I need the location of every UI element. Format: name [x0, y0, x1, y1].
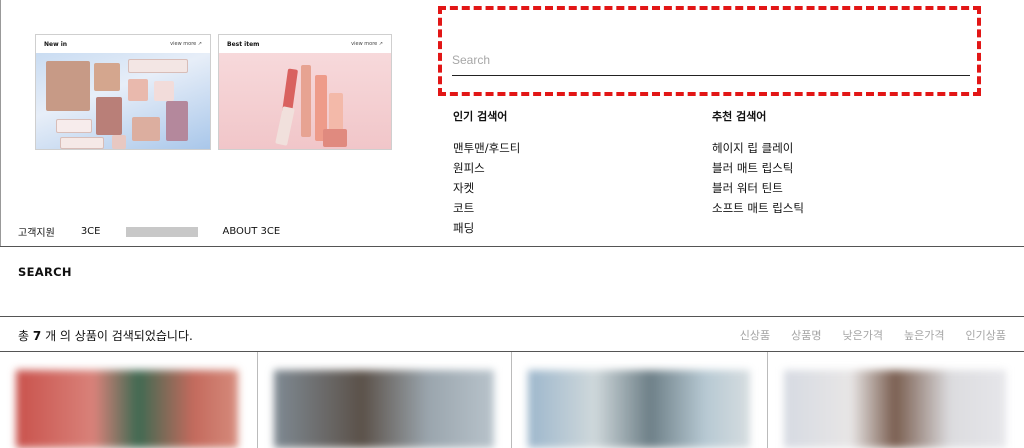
- keyword-item[interactable]: 자켓: [453, 178, 520, 198]
- keyword-item[interactable]: 블러 매트 립스틱: [712, 158, 804, 178]
- palette-product: [166, 101, 188, 141]
- lipstick-product: [329, 93, 343, 133]
- palette-product: [56, 119, 92, 133]
- result-suffix: 상품이 검색되었습니다.: [74, 329, 193, 343]
- promo-card-title: New in: [44, 40, 68, 48]
- product-grid: [0, 352, 1024, 448]
- palette-product: [46, 61, 90, 111]
- keyword-item[interactable]: 헤이지 립 클레이: [712, 138, 804, 158]
- promo-card-header: New in view more ↗: [36, 35, 210, 53]
- product-thumbnail[interactable]: [784, 370, 1006, 448]
- promo-card-best-item[interactable]: Best item view more ↗: [218, 34, 392, 150]
- sort-name[interactable]: 상품명: [791, 327, 821, 343]
- promo-image-best-item: [219, 53, 391, 149]
- product-thumbnail[interactable]: [16, 370, 238, 448]
- lipstick-product: [323, 129, 347, 147]
- customer-support-link[interactable]: 고객지원: [18, 224, 55, 239]
- popular-keywords-heading: 인기 검색어: [453, 110, 508, 123]
- palette-product: [96, 97, 122, 135]
- product-card[interactable]: [768, 352, 1024, 448]
- brand-link[interactable]: 3CE: [81, 226, 101, 237]
- view-more-link[interactable]: view more ↗: [170, 41, 202, 47]
- result-bar: 총 7 개 의 상품이 검색되었습니다. 신상품 상품명 낮은가격 높은가격 인…: [0, 316, 1024, 352]
- keyword-item[interactable]: 원피스: [453, 158, 520, 178]
- product-thumbnail[interactable]: [274, 370, 494, 448]
- sort-price-high[interactable]: 높은가격: [904, 327, 944, 343]
- popular-keywords: 인기 검색어 맨투맨/후드티 원피스 자켓 코트 패딩: [453, 108, 520, 238]
- palette-product: [128, 59, 188, 73]
- promo-card-new-in[interactable]: New in view more ↗: [35, 34, 211, 150]
- view-more-link[interactable]: view more ↗: [351, 41, 383, 47]
- overlay-edge: [0, 0, 1, 246]
- about-link[interactable]: ABOUT 3CE: [222, 226, 280, 237]
- product-card[interactable]: [258, 352, 512, 448]
- palette-product: [132, 117, 160, 141]
- promo-card-header: Best item view more ↗: [219, 35, 391, 53]
- promo-image-new-in: [36, 53, 210, 149]
- palette-product: [154, 81, 174, 101]
- recommended-keywords: 추천 검색어 헤이지 립 클레이 블러 매트 립스틱 블러 워터 틴트 소프트 …: [712, 108, 804, 218]
- keyword-item[interactable]: 블러 워터 틴트: [712, 178, 804, 198]
- page-title: SEARCH: [18, 265, 72, 279]
- palette-product: [128, 79, 148, 101]
- keyword-item[interactable]: 패딩: [453, 218, 520, 238]
- result-prefix: 총: [18, 329, 30, 343]
- sort-newest[interactable]: 신상품: [740, 327, 770, 343]
- recommended-keywords-heading: 추천 검색어: [712, 110, 767, 123]
- result-number: 7: [32, 329, 42, 343]
- palette-product: [60, 137, 104, 149]
- product-card[interactable]: [512, 352, 768, 448]
- result-mid: 개 의: [45, 329, 71, 343]
- redacted-block: [126, 226, 199, 237]
- lipstick-product: [301, 65, 311, 137]
- search-input[interactable]: [452, 46, 970, 74]
- sort-options: 신상품 상품명 낮은가격 높은가격 인기상품: [719, 327, 1006, 343]
- sort-popular[interactable]: 인기상품: [966, 327, 1006, 343]
- lipstick-product: [275, 106, 295, 146]
- result-count: 총 7 개 의 상품이 검색되었습니다.: [18, 327, 193, 344]
- palette-product: [94, 63, 120, 91]
- keyword-item[interactable]: 소프트 매트 립스틱: [712, 198, 804, 218]
- keyword-item[interactable]: 코트: [453, 198, 520, 218]
- sort-price-low[interactable]: 낮은가격: [843, 327, 883, 343]
- palette-product: [112, 135, 126, 149]
- product-card[interactable]: [0, 352, 258, 448]
- keyword-item[interactable]: 맨투맨/후드티: [453, 138, 520, 158]
- product-thumbnail[interactable]: [528, 370, 750, 448]
- overlay-footer-links: 고객지원 3CE ABOUT 3CE: [18, 224, 306, 239]
- search-overlay: New in view more ↗ Best item view more ↗: [0, 0, 1024, 246]
- search-field: [452, 46, 970, 76]
- promo-card-title: Best item: [227, 40, 260, 48]
- divider: [0, 246, 1024, 247]
